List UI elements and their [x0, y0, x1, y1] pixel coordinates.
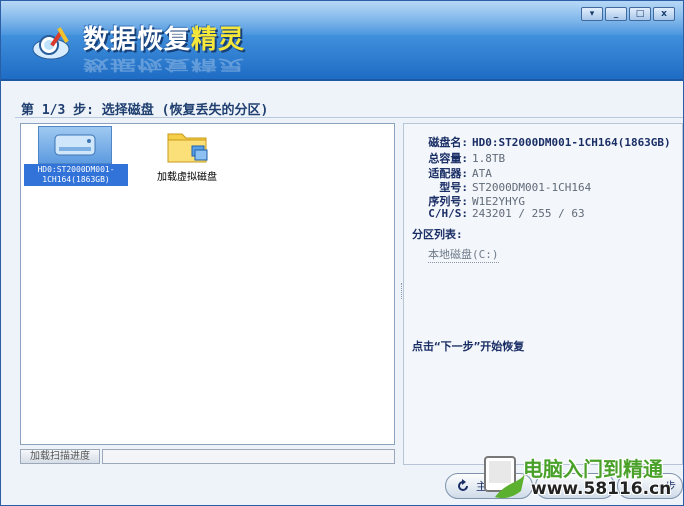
- step-title: 第 1/3 步: 选择磁盘 (恢复丢失的分区): [21, 103, 269, 118]
- disk-label: 加载虚拟磁盘: [157, 172, 217, 183]
- load-scan-progress-button[interactable]: 加载扫描进度: [20, 449, 100, 464]
- next-step-button[interactable]: 一步: [617, 473, 683, 499]
- maximize-button[interactable]: □: [629, 7, 651, 21]
- disk-details-panel: 磁盘名: HD0:ST2000DM001-1CH164(1863GB) 总容量: 1…: [403, 123, 683, 465]
- disk-item-hd0[interactable]: HD0:ST2000DM001-1CH164(1863GB): [24, 126, 128, 186]
- close-button[interactable]: x: [653, 7, 675, 21]
- detail-row-chs: C/H/S: 243201 / 255 / 63: [428, 207, 585, 220]
- refresh-icon: [458, 479, 468, 491]
- next-step-hint: 点击“下一步”开始恢复: [412, 340, 525, 353]
- menu-button[interactable]: ▾: [581, 7, 603, 21]
- detail-row-disk-name: 磁盘名: HD0:ST2000DM001-1CH164(1863GB): [428, 136, 671, 149]
- disk-list-panel: HD0:ST2000DM001-1CH164(1863GB) 加载虚拟磁盘: [20, 123, 395, 445]
- partition-list-header: 分区列表:: [412, 228, 463, 241]
- app-title-reflection: 数据恢复精灵: [83, 56, 246, 73]
- divider: [15, 117, 683, 118]
- window-controls: ▾ _ □ x: [581, 7, 675, 21]
- app-title: 数据恢复精灵: [83, 25, 246, 55]
- disk-label: HD0:ST2000DM001-1CH164(1863GB): [24, 164, 128, 186]
- app-header: 数据恢复精灵 数据恢复精灵 ▾ _ □ x: [1, 1, 683, 81]
- folder-disk-icon: [167, 133, 208, 163]
- partition-item[interactable]: 本地磁盘(C:): [428, 246, 499, 263]
- scan-button[interactable]: 主: [445, 473, 533, 499]
- detail-row-capacity: 总容量: 1.8TB: [428, 152, 506, 165]
- previous-button[interactable]: [535, 473, 615, 499]
- magnifier-tools-icon: [32, 27, 70, 60]
- disk-item-virtual[interactable]: 加载虚拟磁盘: [145, 126, 229, 186]
- app-window: 数据恢复精灵 数据恢复精灵 ▾ _ □ x 第 1/3 步: 选择磁盘 (恢复丢…: [0, 0, 684, 506]
- minimize-button[interactable]: _: [605, 7, 627, 21]
- scan-progress-bar: [102, 449, 395, 464]
- hard-disk-icon: [38, 126, 112, 164]
